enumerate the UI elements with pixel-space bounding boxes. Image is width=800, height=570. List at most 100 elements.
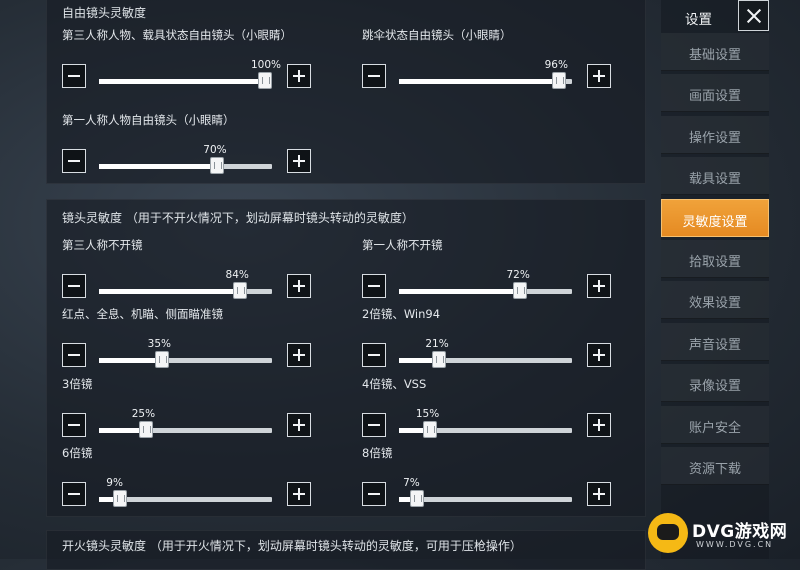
slider-handle[interactable] (232, 282, 247, 299)
minus-icon (68, 285, 80, 287)
slider-value: 96% (544, 59, 568, 71)
minus-button[interactable] (362, 413, 386, 437)
slider-value: 7% (403, 477, 420, 489)
fire-camera-title: 开火镜头灵敏度 （用于开火情况下，划动屏幕时镜头转动的灵敏度，可用于压枪操作） (62, 539, 522, 553)
menu-item[interactable]: 操作设置 (661, 115, 769, 154)
menu-item[interactable]: 账户安全 (661, 405, 769, 444)
slider-handle[interactable] (154, 351, 169, 368)
minus-icon (368, 285, 380, 287)
slider-value: 15% (415, 408, 440, 420)
minus-button[interactable] (62, 64, 86, 88)
slider-handle[interactable] (410, 490, 425, 507)
slider-track[interactable] (99, 72, 272, 89)
slider-handle[interactable] (113, 490, 128, 507)
slider-label: 第一人称不开镜 (362, 238, 443, 252)
menu-item-label: 录像设置 (688, 379, 741, 395)
plus-button[interactable] (287, 482, 311, 506)
menu-item[interactable]: 资源下载 (661, 447, 769, 485)
close-icon[interactable] (738, 0, 769, 31)
watermark-sub: WWW.DVG.CN (696, 540, 774, 549)
minus-button[interactable] (62, 149, 86, 173)
plus-button[interactable] (587, 413, 611, 437)
slider-handle[interactable] (432, 351, 447, 368)
slider-track[interactable] (99, 421, 272, 438)
slider-fill (99, 79, 265, 84)
slider-handle[interactable] (513, 282, 528, 299)
slider-track[interactable] (399, 490, 572, 507)
slider-value: 100% (251, 59, 282, 71)
menu-item[interactable]: 声音设置 (661, 322, 769, 361)
menu-item-label: 拾取设置 (688, 255, 741, 270)
slider-fill (99, 164, 218, 169)
slider-track[interactable] (99, 282, 272, 299)
minus-icon (368, 75, 380, 77)
slider-fill (399, 289, 521, 294)
menu-item[interactable]: 录像设置 (661, 364, 769, 403)
slider-label: 3倍镜 (62, 377, 93, 391)
slider-label: 第三人称不开镜 (62, 238, 143, 252)
slider-track[interactable] (399, 351, 572, 368)
slider-track[interactable] (99, 490, 272, 507)
menu-item-label: 基础设置 (688, 48, 741, 63)
slider-value: 72% (506, 269, 530, 281)
plus-button[interactable] (587, 64, 611, 88)
slider-handle[interactable] (422, 421, 437, 438)
slider-track[interactable] (399, 421, 572, 438)
slider-handle[interactable] (138, 421, 153, 438)
minus-icon (68, 160, 80, 162)
menu-item[interactable]: 灵敏度设置 (661, 198, 769, 237)
minus-button[interactable] (62, 343, 86, 367)
gamepad-icon (648, 513, 688, 553)
free-camera-title: 自由镜头灵敏度 (62, 6, 147, 20)
plus-button[interactable] (587, 343, 611, 367)
menu-item-label: 资源下载 (688, 462, 741, 477)
plus-button[interactable] (287, 343, 311, 367)
minus-button[interactable] (362, 482, 386, 506)
minus-button[interactable] (362, 64, 386, 88)
menu-item-label: 载具设置 (688, 172, 741, 188)
slider-track[interactable] (99, 157, 272, 174)
plus-button[interactable] (587, 274, 611, 298)
slider-label: 红点、全息、机瞄、侧面瞄准镜 (62, 307, 223, 321)
slider-value: 9% (106, 477, 123, 489)
slider-track[interactable] (399, 72, 572, 89)
menu-item[interactable]: 拾取设置 (661, 240, 769, 278)
slider-label: 8倍镜 (362, 446, 393, 460)
slider-handle[interactable] (210, 157, 225, 174)
minus-button[interactable] (362, 343, 386, 367)
slider-label: 第一人称人物自由镜头（小眼睛） (62, 113, 235, 127)
slider-value: 84% (225, 269, 249, 281)
menu-item-label: 账户安全 (688, 420, 741, 436)
menu-item[interactable]: 载具设置 (661, 157, 769, 196)
plus-button[interactable] (287, 64, 311, 88)
slider-value: 70% (203, 144, 227, 156)
minus-icon (368, 493, 380, 495)
fire-camera-panel: 开火镜头灵敏度 （用于开火情况下，划动屏幕时镜头转动的灵敏度，可用于压枪操作） (46, 530, 646, 570)
minus-button[interactable] (362, 274, 386, 298)
minus-icon (68, 354, 80, 356)
slider-fill (399, 79, 559, 84)
minus-icon (68, 424, 80, 426)
plus-button[interactable] (287, 149, 311, 173)
minus-button[interactable] (62, 482, 86, 506)
slider-handle[interactable] (551, 72, 566, 89)
minus-icon (68, 75, 80, 77)
plus-button[interactable] (287, 274, 311, 298)
plus-button[interactable] (287, 413, 311, 437)
slider-label: 6倍镜 (62, 446, 93, 460)
menu-item[interactable]: 画面设置 (661, 74, 769, 113)
slider-track[interactable] (399, 282, 572, 299)
menu-item-label: 效果设置 (688, 296, 741, 312)
menu-item[interactable]: 基础设置 (661, 33, 769, 71)
minus-button[interactable] (62, 274, 86, 298)
plus-button[interactable] (587, 482, 611, 506)
menu-item[interactable]: 效果设置 (661, 281, 769, 320)
slider-label: 第三人称人物、载具状态自由镜头（小眼睛） (62, 28, 292, 42)
slider-handle[interactable] (258, 72, 272, 89)
menu-title: 设置 (685, 12, 712, 28)
slider-value: 21% (425, 338, 449, 350)
slider-track[interactable] (99, 351, 272, 368)
slider-value: 35% (147, 338, 171, 350)
slider-value: 25% (131, 408, 156, 420)
minus-button[interactable] (62, 413, 86, 437)
